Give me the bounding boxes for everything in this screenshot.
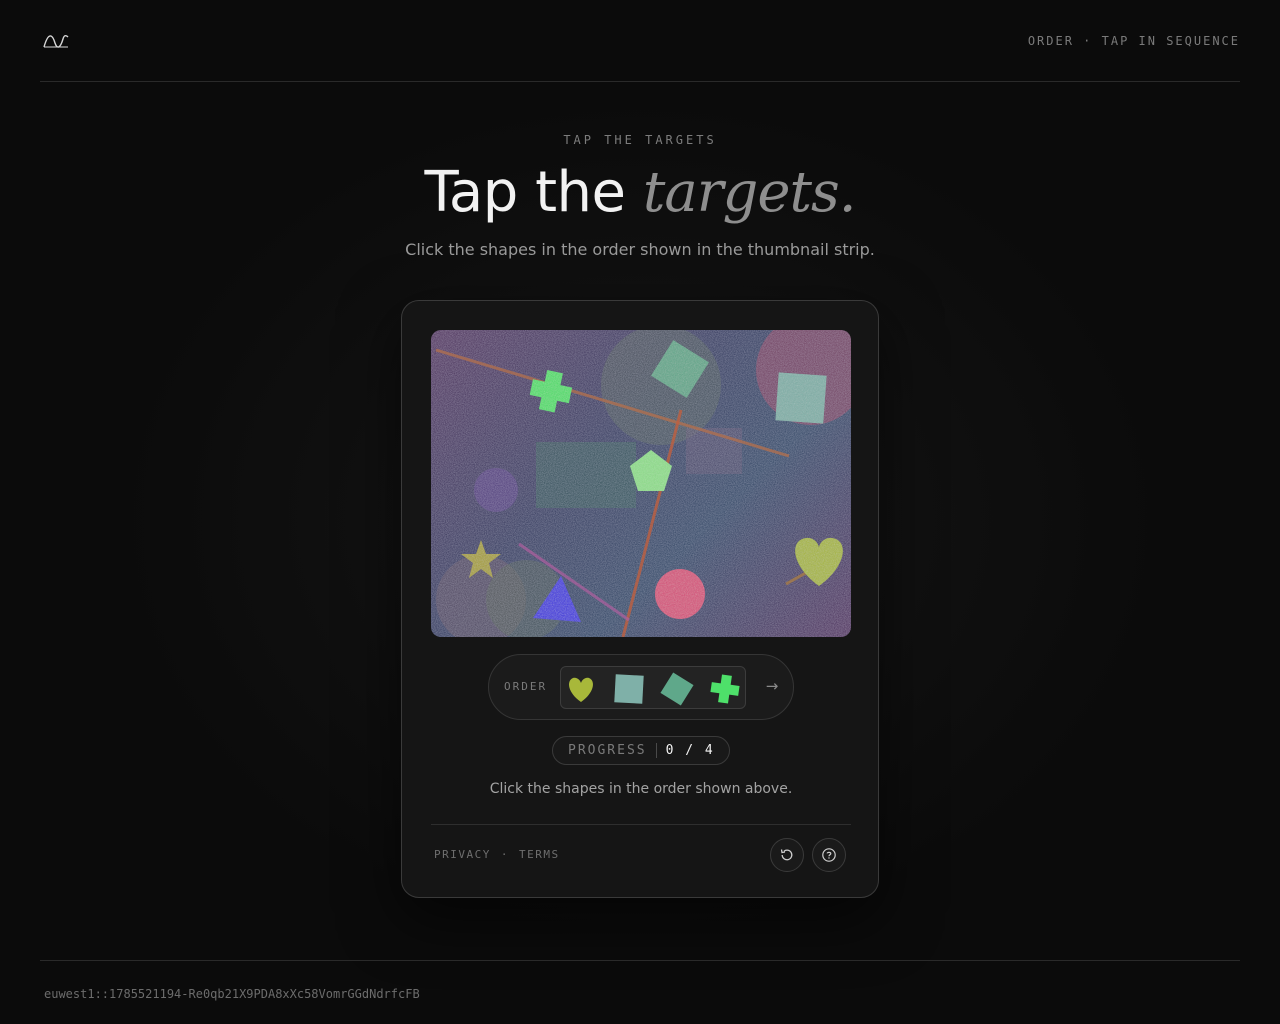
eyebrow: TAP THE TARGETS xyxy=(563,133,717,147)
challenge-canvas[interactable] xyxy=(431,330,851,637)
title-main: Tap the xyxy=(424,160,626,225)
legal-links: PRIVACY · TERMS xyxy=(434,848,560,861)
privacy-link[interactable]: PRIVACY xyxy=(434,848,491,861)
thumbnail-heart xyxy=(569,677,593,702)
square-shape[interactable] xyxy=(775,372,827,424)
refresh-button[interactable] xyxy=(770,838,804,872)
progress-divider xyxy=(655,743,657,758)
help-icon xyxy=(822,848,836,862)
wave-logo-icon xyxy=(43,34,69,48)
arrow-right-icon[interactable]: → xyxy=(762,676,782,696)
refresh-icon xyxy=(780,849,793,861)
progress-label: PROGRESS xyxy=(568,743,647,758)
legal-separator: · xyxy=(500,848,509,861)
page-title: Tap the targets. xyxy=(0,158,1280,228)
order-label: ORDER xyxy=(504,680,548,693)
terms-link[interactable]: TERMS xyxy=(519,848,560,861)
order-thumbnail-strip xyxy=(560,666,746,709)
header-status: ORDER · TAP IN SEQUENCE xyxy=(1027,33,1240,48)
thumbnail-square xyxy=(614,674,644,704)
progress-value: 0 / 4 xyxy=(665,743,715,758)
request-id: euwest1::1785521194-Re0qb21X9PDA8xXc58Vo… xyxy=(44,987,420,1001)
title-accent: targets. xyxy=(642,160,857,225)
challenge-scene xyxy=(431,330,851,637)
challenge-card: ORDER → PROGRESS 0 / 4 Click the shapes … xyxy=(401,300,879,898)
footer-divider xyxy=(40,960,1240,961)
progress-indicator: PROGRESS 0 / 4 xyxy=(552,736,730,765)
thumbnail-diamond xyxy=(660,672,694,706)
instruction-text: Click the shapes in the order shown abov… xyxy=(489,781,793,797)
top-bar: ORDER · TAP IN SEQUENCE xyxy=(40,0,1240,82)
help-button[interactable] xyxy=(812,838,846,872)
thumbnail-cross xyxy=(710,674,740,704)
card-divider xyxy=(431,824,851,825)
page-subtitle: Click the shapes in the order shown in t… xyxy=(405,240,875,259)
circle-shape[interactable] xyxy=(655,569,705,619)
order-strip-container: ORDER → xyxy=(488,654,794,720)
